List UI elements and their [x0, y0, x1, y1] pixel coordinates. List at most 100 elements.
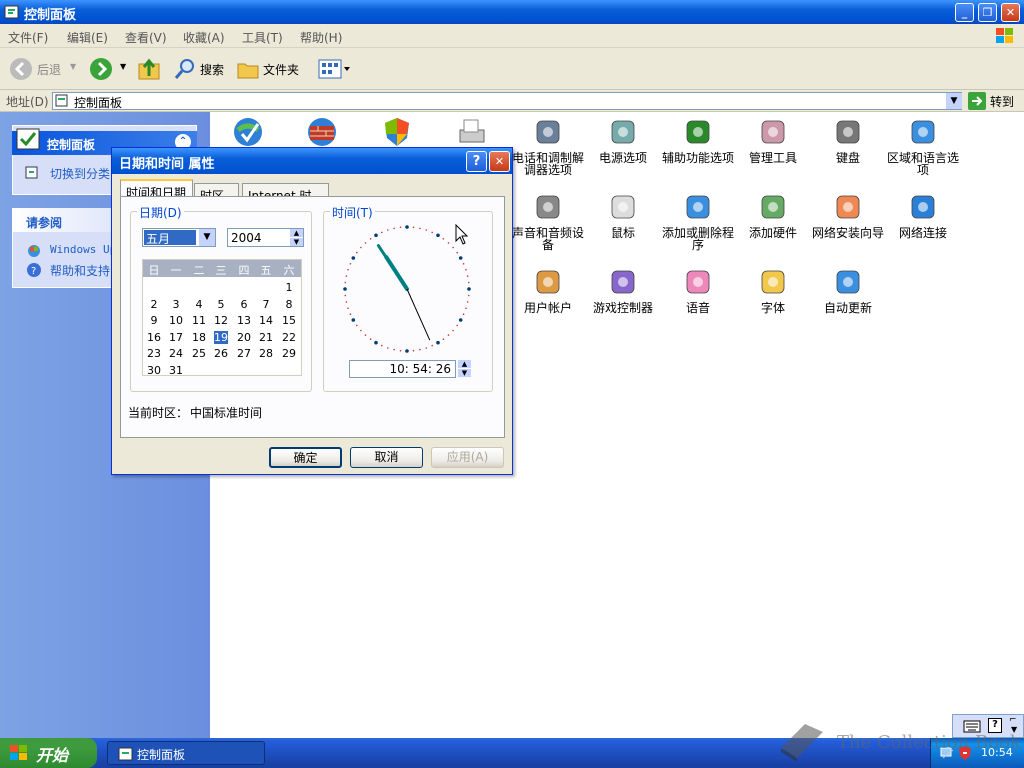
- calendar-day[interactable]: 30: [143, 364, 165, 377]
- menu-view[interactable]: 查看(V): [125, 29, 167, 46]
- calendar-day[interactable]: 4: [188, 298, 210, 311]
- calendar-day[interactable]: 11: [188, 314, 210, 327]
- control-panel-item[interactable]: 鼠标: [583, 191, 663, 239]
- control-panel-item[interactable]: 管理工具: [733, 116, 813, 164]
- close-button[interactable]: ✕: [1001, 3, 1020, 22]
- calendar-day[interactable]: 15: [278, 314, 300, 327]
- calendar-day[interactable]: 6: [233, 298, 255, 311]
- menu-tools[interactable]: 工具(T): [242, 29, 283, 46]
- calendar-day[interactable]: 13: [233, 314, 255, 327]
- calendar-day[interactable]: 16: [143, 331, 165, 344]
- calendar-day[interactable]: 2: [143, 298, 165, 311]
- month-dropdown-icon[interactable]: ▼: [199, 229, 215, 246]
- menu-edit[interactable]: 编辑(E): [67, 29, 108, 46]
- control-panel-item-label: 键盘: [835, 151, 860, 165]
- add-hardware-icon: [761, 195, 785, 219]
- menu-file[interactable]: 文件(F): [8, 29, 48, 46]
- firewall-icon[interactable]: [306, 116, 338, 148]
- switch-to-category-link[interactable]: 切换到分类: [50, 165, 110, 182]
- go-arrow-icon[interactable]: [968, 92, 986, 110]
- calendar-day[interactable]: 25: [188, 347, 210, 360]
- calendar-day[interactable]: 17: [165, 331, 187, 344]
- dialog-close-button[interactable]: ✕: [489, 151, 510, 172]
- address-input[interactable]: 控制面板 ▼: [52, 92, 962, 110]
- back-button-label[interactable]: 后退: [37, 61, 61, 78]
- views-icon[interactable]: [317, 57, 351, 81]
- year-down-icon[interactable]: ▼: [290, 238, 303, 246]
- help-button[interactable]: ?: [466, 151, 487, 172]
- calendar-day[interactable]: 26: [210, 347, 232, 360]
- calendar-day[interactable]: 9: [143, 314, 165, 327]
- cancel-button[interactable]: 取消: [350, 447, 423, 468]
- control-panel-item[interactable]: 添加硬件: [733, 191, 813, 239]
- time-up-icon[interactable]: ▲: [458, 360, 471, 368]
- control-panel-item[interactable]: 用户帐户: [508, 266, 588, 314]
- printers-icon[interactable]: [456, 116, 488, 148]
- control-panel-item[interactable]: 声音和音频设备: [508, 191, 588, 251]
- time-spinner[interactable]: 10: 54: 26: [349, 360, 456, 378]
- back-dropdown-icon[interactable]: ▼: [70, 62, 76, 71]
- calendar-day[interactable]: 10: [165, 314, 187, 327]
- calendar-day[interactable]: 8: [278, 298, 300, 311]
- calendar-day[interactable]: 21: [255, 331, 277, 344]
- mouse-icon: [611, 195, 635, 219]
- calendar-day[interactable]: 1: [278, 281, 300, 294]
- ok-button[interactable]: 确定: [269, 447, 342, 468]
- calendar-day[interactable]: 12: [210, 314, 232, 327]
- dialog-title-bar[interactable]: 日期和时间 属性 ? ✕: [112, 148, 512, 174]
- taskbar-item-control-panel[interactable]: 控制面板: [107, 741, 265, 765]
- calendar-day[interactable]: 23: [143, 347, 165, 360]
- control-panel-item[interactable]: 字体: [733, 266, 813, 314]
- restore-button[interactable]: ❐: [978, 3, 997, 22]
- menu-help[interactable]: 帮助(H): [300, 29, 342, 46]
- forward-dropdown-icon[interactable]: ▼: [120, 62, 126, 71]
- control-panel-item[interactable]: 网络连接: [883, 191, 963, 239]
- help-support-link[interactable]: 帮助和支持: [50, 262, 110, 279]
- control-panel-item[interactable]: 辅助功能选项: [658, 116, 738, 164]
- menu-favorites[interactable]: 收藏(A): [183, 29, 225, 46]
- calendar-day[interactable]: 27: [233, 347, 255, 360]
- apply-button[interactable]: 应用(A): [431, 447, 504, 468]
- clock-minute-mark: [466, 301, 469, 303]
- calendar-day[interactable]: 14: [255, 314, 277, 327]
- control-panel-item[interactable]: 键盘: [808, 116, 888, 164]
- calendar-day[interactable]: 3: [165, 298, 187, 311]
- year-spinner[interactable]: 2004 ▲ ▼: [227, 228, 304, 247]
- back-arrow-icon[interactable]: [9, 57, 33, 81]
- month-select[interactable]: 五月 ▼: [142, 228, 216, 247]
- up-folder-icon[interactable]: [137, 56, 161, 82]
- security-center-icon[interactable]: [381, 116, 413, 148]
- calendar-day[interactable]: 19: [214, 330, 228, 344]
- windows-update-link[interactable]: Windows Up: [50, 243, 116, 256]
- folders-button-label[interactable]: 文件夹: [263, 61, 299, 78]
- search-icon[interactable]: [173, 57, 197, 81]
- calendar-day[interactable]: 20: [233, 331, 255, 344]
- calendar-day[interactable]: 29: [278, 347, 300, 360]
- go-button-label[interactable]: 转到: [990, 93, 1014, 110]
- time-down-icon[interactable]: ▼: [458, 369, 471, 377]
- control-panel-item[interactable]: 游戏控制器: [583, 266, 663, 314]
- year-up-icon[interactable]: ▲: [290, 229, 303, 237]
- forward-arrow-icon[interactable]: [89, 57, 113, 81]
- calendar-day[interactable]: 24: [165, 347, 187, 360]
- control-panel-item[interactable]: 添加或删除程序: [658, 191, 738, 251]
- calendar-day[interactable]: 31: [165, 364, 187, 377]
- calendar-day[interactable]: 7: [255, 298, 277, 311]
- calendar-day[interactable]: 28: [255, 347, 277, 360]
- calendar-day[interactable]: 18: [188, 331, 210, 344]
- control-panel-item[interactable]: 网络安装向导: [808, 191, 888, 239]
- control-panel-item[interactable]: 区域和语言选项: [883, 116, 963, 176]
- control-panel-item[interactable]: 电话和调制解调器选项: [508, 116, 588, 176]
- control-panel-item[interactable]: 电源选项: [583, 116, 663, 164]
- control-panel-item[interactable]: 语音: [658, 266, 738, 314]
- start-button[interactable]: 开始: [0, 738, 97, 768]
- window-title-bar[interactable]: 控制面板 _ ❐ ✕: [0, 0, 1024, 24]
- internet-options-icon[interactable]: [232, 116, 264, 148]
- calendar-day[interactable]: 5: [210, 298, 232, 311]
- folders-icon[interactable]: [236, 57, 260, 81]
- control-panel-item[interactable]: 自动更新: [808, 266, 888, 314]
- address-dropdown-icon[interactable]: ▼: [946, 93, 962, 109]
- minimize-button[interactable]: _: [955, 3, 974, 22]
- calendar-day[interactable]: 22: [278, 331, 300, 344]
- search-button-label[interactable]: 搜索: [200, 61, 224, 78]
